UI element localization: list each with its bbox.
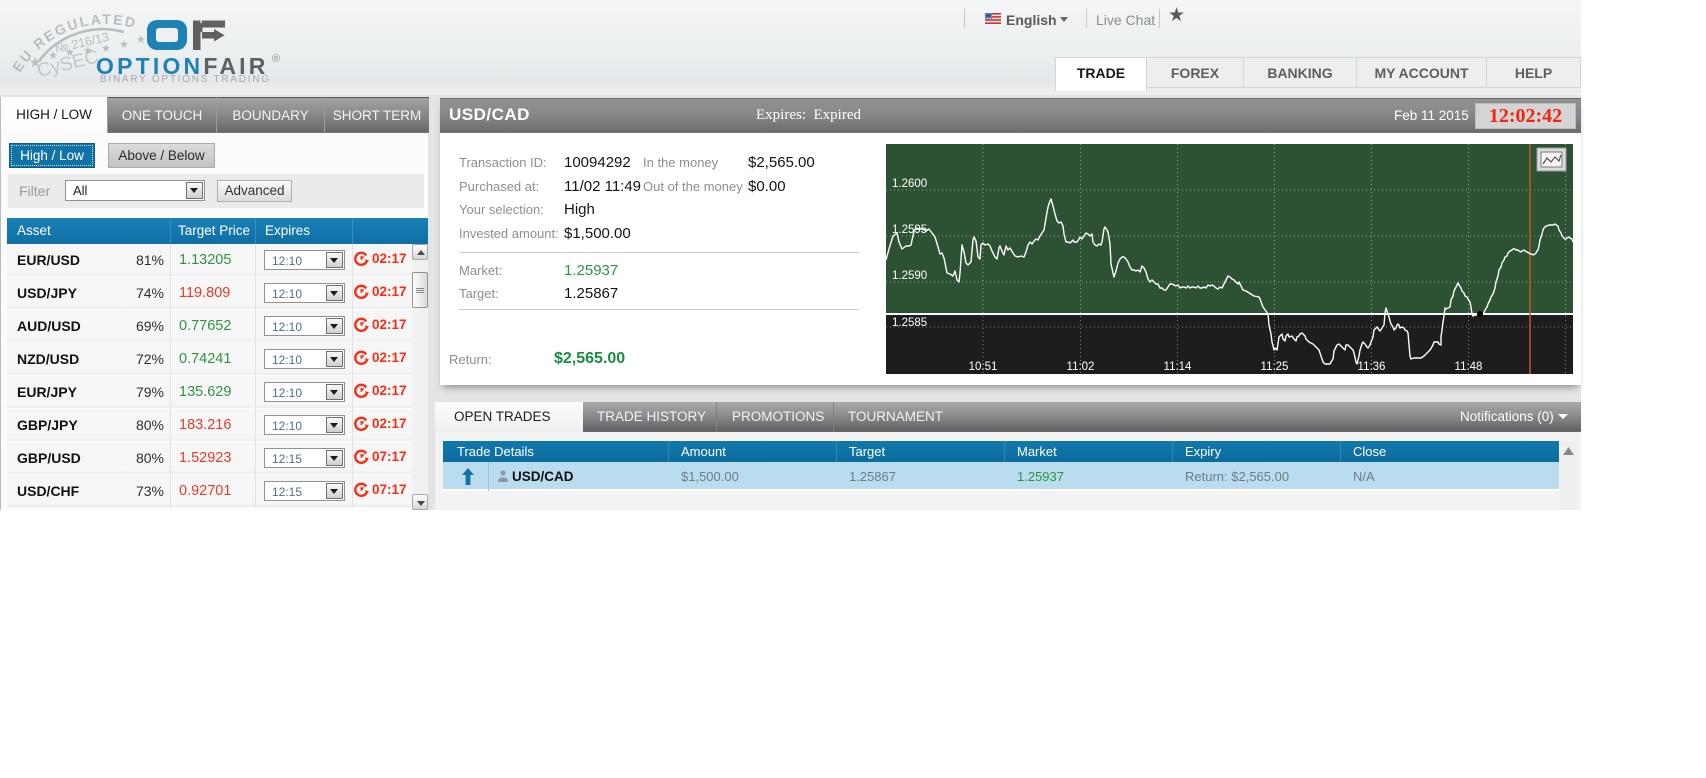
svg-text:11:36: 11:36 xyxy=(1358,361,1386,373)
svg-text:★: ★ xyxy=(83,45,93,57)
svg-text:10:51: 10:51 xyxy=(969,361,998,373)
svg-text:★: ★ xyxy=(65,47,75,59)
svg-text:★: ★ xyxy=(29,54,42,70)
svg-text:11:48: 11:48 xyxy=(1455,361,1483,373)
svg-text:11:25: 11:25 xyxy=(1261,361,1289,373)
svg-text:1.2600: 1.2600 xyxy=(892,178,927,190)
svg-text:★: ★ xyxy=(119,39,129,51)
svg-text:BINARY OPTIONS TRADING: BINARY OPTIONS TRADING xyxy=(100,74,271,85)
svg-text:★: ★ xyxy=(136,34,146,46)
svg-text:1.2585: 1.2585 xyxy=(892,317,927,329)
svg-text:★: ★ xyxy=(48,50,58,62)
svg-text:®: ® xyxy=(272,53,280,65)
svg-text:11:14: 11:14 xyxy=(1164,361,1193,373)
svg-text:11:02: 11:02 xyxy=(1067,361,1095,373)
svg-text:1.2590: 1.2590 xyxy=(892,270,927,282)
